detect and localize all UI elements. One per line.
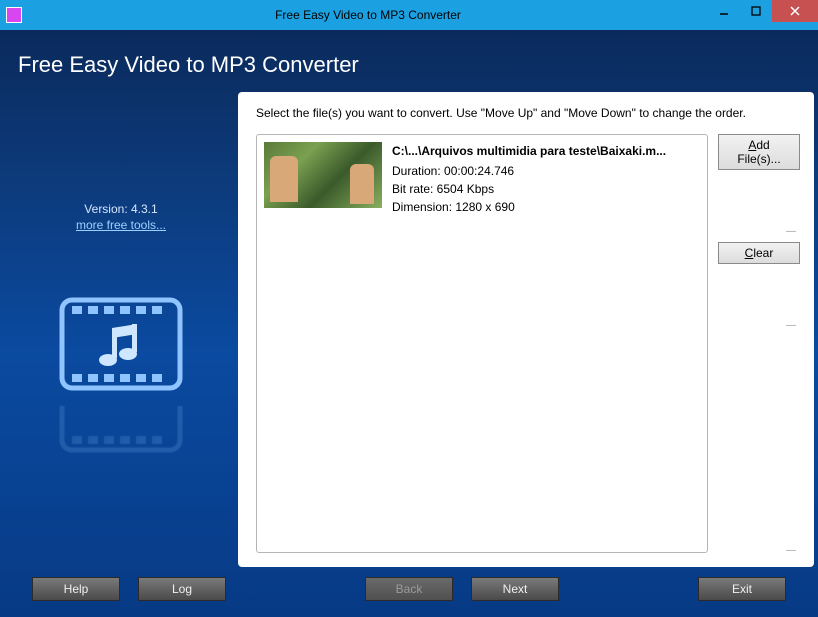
- minimize-icon: [719, 6, 729, 16]
- content-panel: Select the file(s) you want to convert. …: [238, 92, 814, 567]
- app-icon: [6, 7, 22, 23]
- move-up-placeholder: —: [718, 226, 800, 234]
- app-title: Free Easy Video to MP3 Converter: [18, 52, 814, 78]
- list-item[interactable]: C:\...\Arquivos multimidia para teste\Ba…: [264, 142, 700, 216]
- bottom-bar: Help Log Back Next Exit: [4, 567, 814, 613]
- app-main: Version: 4.3.1 more free tools...: [4, 92, 814, 567]
- instruction-text: Select the file(s) you want to convert. …: [256, 106, 800, 120]
- film-music-icon-reflection: [56, 406, 186, 456]
- panel-row: C:\...\Arquivos multimidia para teste\Ba…: [256, 134, 800, 553]
- file-dimension: Dimension: 1280 x 690: [392, 198, 666, 216]
- sidebar: Version: 4.3.1 more free tools...: [4, 92, 238, 567]
- app-body: Free Easy Video to MP3 Converter Version…: [0, 30, 818, 617]
- close-icon: [790, 6, 800, 16]
- more-tools-link[interactable]: more free tools...: [76, 218, 166, 232]
- window-controls: [708, 0, 818, 30]
- film-music-icon: [56, 294, 186, 394]
- maximize-icon: [751, 6, 761, 16]
- titlebar: Free Easy Video to MP3 Converter: [0, 0, 818, 30]
- back-button: Back: [365, 577, 453, 601]
- help-button[interactable]: Help: [32, 577, 120, 601]
- maximize-button[interactable]: [740, 0, 772, 22]
- minimize-button[interactable]: [708, 0, 740, 22]
- move-down-placeholder: —: [718, 320, 800, 328]
- next-button[interactable]: Next: [471, 577, 559, 601]
- app-logo: [56, 294, 186, 456]
- remove-placeholder: —: [718, 545, 800, 553]
- version-label: Version: 4.3.1: [84, 202, 157, 216]
- file-bitrate: Bit rate: 6504 Kbps: [392, 180, 666, 198]
- file-info: C:\...\Arquivos multimidia para teste\Ba…: [392, 142, 666, 216]
- app-header: Free Easy Video to MP3 Converter: [4, 34, 814, 92]
- close-button[interactable]: [772, 0, 818, 22]
- video-thumbnail: [264, 142, 382, 208]
- clear-button[interactable]: Clear: [718, 242, 800, 264]
- app-window: Free Easy Video to MP3 Converter Free Ea…: [0, 0, 818, 617]
- file-duration: Duration: 00:00:24.746: [392, 162, 666, 180]
- log-button[interactable]: Log: [138, 577, 226, 601]
- side-buttons: Add File(s)... — Clear — —: [718, 134, 800, 553]
- exit-button[interactable]: Exit: [698, 577, 786, 601]
- file-list[interactable]: C:\...\Arquivos multimidia para teste\Ba…: [256, 134, 708, 553]
- window-title: Free Easy Video to MP3 Converter: [28, 8, 708, 22]
- add-files-button[interactable]: Add File(s)...: [718, 134, 800, 170]
- file-path: C:\...\Arquivos multimidia para teste\Ba…: [392, 142, 666, 160]
